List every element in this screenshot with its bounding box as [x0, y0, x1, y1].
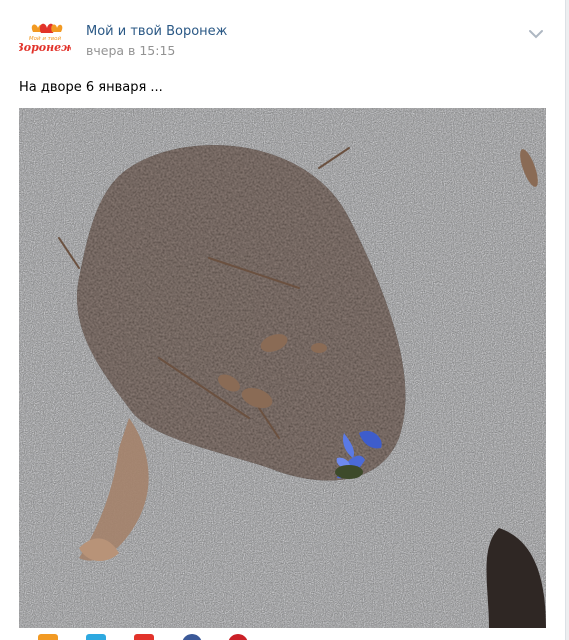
- odnoklassniki-icon[interactable]: [38, 634, 58, 640]
- post-text: На дворе 6 января ...: [19, 80, 163, 95]
- group-avatar[interactable]: Мой и твой Воронеж: [13, 18, 76, 60]
- svg-text:Воронеж: Воронеж: [19, 41, 71, 54]
- mail-icon[interactable]: [134, 634, 154, 640]
- post-header: Мой и твой Воронеж Мой и твой Воронеж вч…: [0, 0, 566, 70]
- post-card: Мой и твой Воронеж Мой и твой Воронеж вч…: [0, 0, 566, 640]
- post-date[interactable]: вчера в 15:15: [86, 43, 175, 58]
- pinterest-icon[interactable]: [228, 634, 248, 640]
- twitter-icon[interactable]: [86, 634, 106, 640]
- group-logo-icon: Мой и твой Воронеж: [13, 23, 76, 54]
- post-photo[interactable]: [19, 108, 546, 628]
- share-bar: [0, 630, 566, 640]
- chevron-down-icon[interactable]: [526, 26, 546, 40]
- facebook-icon[interactable]: [182, 634, 202, 640]
- group-name-link[interactable]: Мой и твой Воронеж: [86, 24, 227, 39]
